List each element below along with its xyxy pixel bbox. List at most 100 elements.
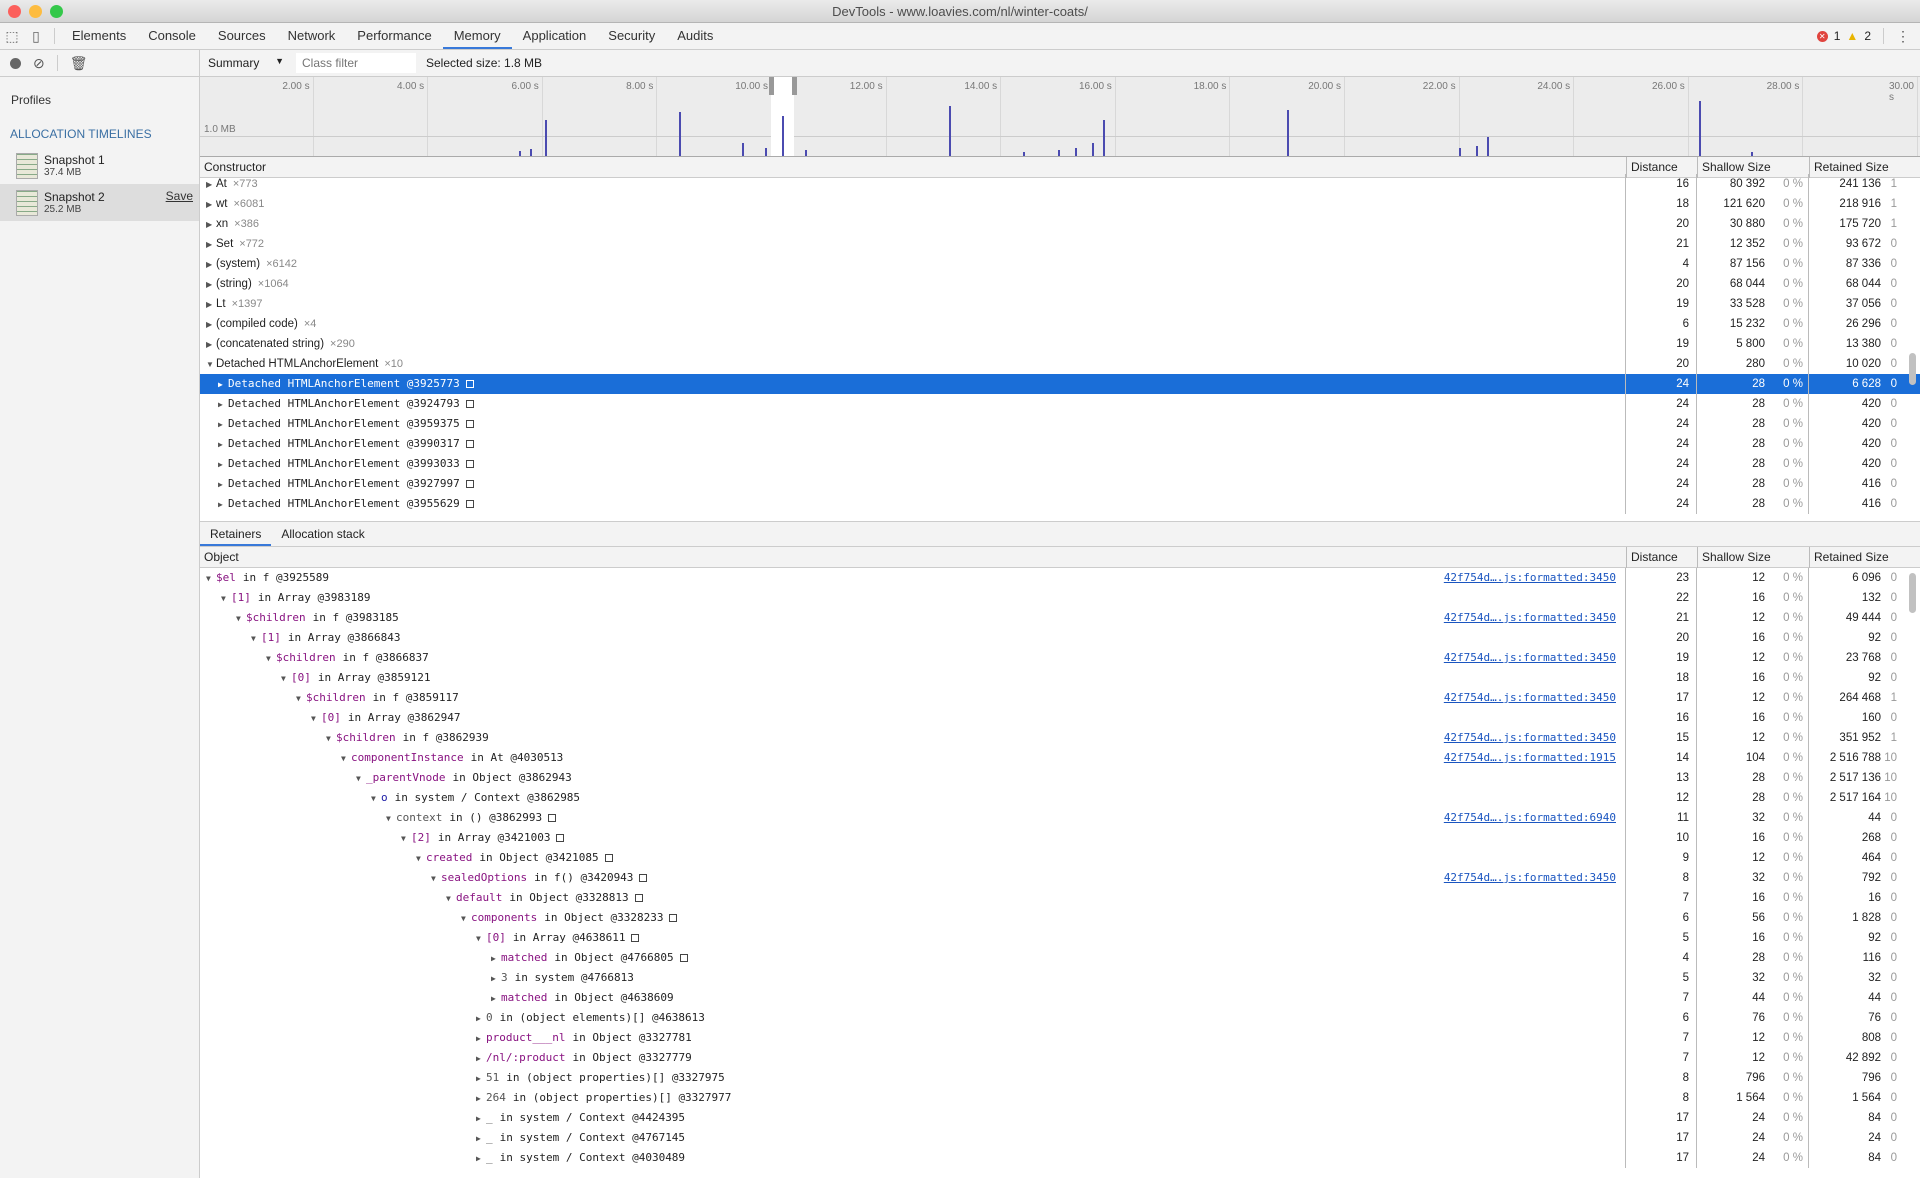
instance-row[interactable]: ▶ Detached HTMLAnchorElement @3924793 24 28… bbox=[200, 394, 1920, 414]
source-link[interactable]: 42f754d….js:formatted:3450 bbox=[1444, 728, 1616, 748]
retainer-row[interactable]: ▶ matched in Object @4638609 7 44 0 % 44 0 bbox=[200, 988, 1920, 1008]
expanded-arrow-icon[interactable]: ▼ bbox=[431, 869, 441, 889]
collapsed-arrow-icon[interactable]: ▶ bbox=[476, 1129, 486, 1149]
collapsed-arrow-icon[interactable]: ▶ bbox=[206, 215, 216, 235]
col-object-header[interactable]: Object bbox=[200, 547, 239, 568]
collapsed-arrow-icon[interactable]: ▶ bbox=[476, 1089, 486, 1109]
retainer-row[interactable]: ▼ [0] in Array @3862947 16 16 0 % 160 0 bbox=[200, 708, 1920, 728]
source-link[interactable]: 42f754d….js:formatted:6940 bbox=[1444, 808, 1616, 828]
source-link[interactable]: 42f754d….js:formatted:3450 bbox=[1444, 608, 1616, 628]
expanded-arrow-icon[interactable]: ▼ bbox=[416, 849, 426, 869]
retainer-row[interactable]: ▼ context in () @3862993 42f754d….js:format… bbox=[200, 808, 1920, 828]
expanded-arrow-icon[interactable]: ▼ bbox=[461, 909, 471, 929]
close-window-button[interactable] bbox=[8, 5, 21, 18]
retainer-row[interactable]: ▼ o in system / Context @3862985 12 28 0 % 2 5… bbox=[200, 788, 1920, 808]
reveal-in-elements-icon[interactable] bbox=[604, 854, 613, 862]
clear-icon[interactable]: ⊘ bbox=[33, 55, 45, 72]
retainer-row[interactable]: ▼ [1] in Array @3866843 20 16 0 % 92 0 bbox=[200, 628, 1920, 648]
collapsed-arrow-icon[interactable]: ▶ bbox=[218, 435, 228, 455]
retainer-row[interactable]: ▶ 0 in (object elements)[] @4638613 6 76 0 % 7… bbox=[200, 1008, 1920, 1028]
collapsed-arrow-icon[interactable]: ▶ bbox=[476, 1009, 486, 1029]
retainer-row[interactable]: ▶ 51 in (object properties)[] @3327975 8 796… bbox=[200, 1068, 1920, 1088]
collapsed-arrow-icon[interactable]: ▶ bbox=[476, 1069, 486, 1089]
collapsed-arrow-icon[interactable]: ▶ bbox=[206, 255, 216, 275]
retainer-row[interactable]: ▼ [0] in Array @4638611 5 16 0 % 92 0 bbox=[200, 928, 1920, 948]
reveal-in-elements-icon[interactable] bbox=[669, 914, 678, 922]
retainer-row[interactable]: ▼ $children in f @3866837 42f754d….js:forma… bbox=[200, 648, 1920, 668]
retainer-row[interactable]: ▶ _ in system / Context @4030489 17 24 0 % 84 0 bbox=[200, 1148, 1920, 1168]
collapsed-arrow-icon[interactable]: ▶ bbox=[218, 455, 228, 475]
retainer-row[interactable]: ▼ $el in f @3925589 42f754d….js:formatted:3… bbox=[200, 568, 1920, 588]
expanded-arrow-icon[interactable]: ▼ bbox=[386, 809, 396, 829]
retainers-scrollbar[interactable] bbox=[1909, 573, 1916, 613]
tab-console[interactable]: Console bbox=[137, 23, 207, 49]
constructor-row[interactable]: ▶ (system) ×6142 4 87 156 0 % 87 336 0 bbox=[200, 254, 1920, 274]
retainer-row[interactable]: ▼ [1] in Array @3983189 22 16 0 % 132 0 bbox=[200, 588, 1920, 608]
source-link[interactable]: 42f754d….js:formatted:3450 bbox=[1444, 568, 1616, 588]
reveal-in-elements-icon[interactable] bbox=[465, 400, 474, 408]
retainer-row[interactable]: ▼ [0] in Array @3859121 18 16 0 % 92 0 bbox=[200, 668, 1920, 688]
expanded-arrow-icon[interactable]: ▼ bbox=[251, 629, 261, 649]
record-icon[interactable] bbox=[10, 57, 21, 69]
constructor-scrollbar[interactable] bbox=[1909, 353, 1916, 385]
retainer-row[interactable]: ▼ componentInstance in At @4030513 42f754d…… bbox=[200, 748, 1920, 768]
retainer-row[interactable]: ▼ $children in f @3983185 42f754d….js:forma… bbox=[200, 608, 1920, 628]
snapshot-2[interactable]: Snapshot 2 25.2 MB Save bbox=[0, 184, 199, 221]
expanded-arrow-icon[interactable]: ▼ bbox=[296, 689, 306, 709]
collapsed-arrow-icon[interactable]: ▶ bbox=[476, 1109, 486, 1129]
device-toolbar-icon[interactable]: ▯ bbox=[24, 23, 48, 49]
trash-icon[interactable]: 🗑 bbox=[70, 55, 88, 72]
source-link[interactable]: 42f754d….js:formatted:3450 bbox=[1444, 688, 1616, 708]
expanded-arrow-icon[interactable]: ▼ bbox=[311, 709, 321, 729]
expanded-arrow-icon[interactable]: ▼ bbox=[401, 829, 411, 849]
tab-elements[interactable]: Elements bbox=[61, 23, 137, 49]
collapsed-arrow-icon[interactable]: ▶ bbox=[218, 415, 228, 435]
collapsed-arrow-icon[interactable]: ▶ bbox=[491, 949, 501, 969]
collapsed-arrow-icon[interactable]: ▶ bbox=[491, 989, 501, 1009]
collapsed-arrow-icon[interactable]: ▶ bbox=[206, 275, 216, 295]
snapshot-1[interactable]: Snapshot 1 37.4 MB bbox=[0, 147, 199, 184]
instance-row[interactable]: ▶ Detached HTMLAnchorElement @3927997 24 28… bbox=[200, 474, 1920, 494]
collapsed-arrow-icon[interactable]: ▶ bbox=[206, 195, 216, 215]
tab-audits[interactable]: Audits bbox=[666, 23, 724, 49]
source-link[interactable]: 42f754d….js:formatted:3450 bbox=[1444, 868, 1616, 888]
collapsed-arrow-icon[interactable]: ▶ bbox=[218, 495, 228, 515]
instance-row[interactable]: ▶ Detached HTMLAnchorElement @3990317 24 28… bbox=[200, 434, 1920, 454]
source-link[interactable]: 42f754d….js:formatted:1915 bbox=[1444, 748, 1616, 768]
retainer-row[interactable]: ▶ product___nl in Object @3327781 7 12 0 % 808… bbox=[200, 1028, 1920, 1048]
collapsed-arrow-icon[interactable]: ▶ bbox=[476, 1029, 486, 1049]
selection-handle[interactable] bbox=[791, 77, 797, 95]
instance-row[interactable]: ▶ Detached HTMLAnchorElement @3993033 24 28… bbox=[200, 454, 1920, 474]
col-shallow-size-header[interactable]: Shallow Size bbox=[1697, 547, 1771, 568]
reveal-in-elements-icon[interactable] bbox=[631, 934, 640, 942]
tab-memory[interactable]: Memory bbox=[442, 23, 512, 49]
reveal-in-elements-icon[interactable] bbox=[465, 460, 474, 468]
constructor-row[interactable]: ▶ Lt ×1397 19 33 528 0 % 37 056 0 bbox=[200, 294, 1920, 314]
retainer-row[interactable]: ▼ [2] in Array @3421003 10 16 0 % 268 0 bbox=[200, 828, 1920, 848]
retainer-row[interactable]: ▶ matched in Object @4766805 4 28 0 % 116 0 bbox=[200, 948, 1920, 968]
col-distance-header[interactable]: Distance bbox=[1626, 547, 1678, 568]
collapsed-arrow-icon[interactable]: ▶ bbox=[218, 375, 228, 395]
col-retained-size-header[interactable]: Retained Size bbox=[1809, 547, 1889, 568]
expanded-arrow-icon[interactable]: ▼ bbox=[206, 355, 216, 375]
instance-row[interactable]: ▶ Detached HTMLAnchorElement @3955629 24 28… bbox=[200, 494, 1920, 514]
collapsed-arrow-icon[interactable]: ▶ bbox=[476, 1149, 486, 1169]
expanded-arrow-icon[interactable]: ▼ bbox=[236, 609, 246, 629]
selection-handle[interactable] bbox=[769, 77, 774, 95]
tab-security[interactable]: Security bbox=[597, 23, 666, 49]
retainer-row[interactable]: ▼ sealedOptions in f() @3420943 42f754d….js… bbox=[200, 868, 1920, 888]
retainer-row[interactable]: ▶/nl/:product in Object @3327779 7 12 0 % 42 … bbox=[200, 1048, 1920, 1068]
constructor-row[interactable]: ▶ wt ×6081 18 121 620 0 % 218 916 1 bbox=[200, 194, 1920, 214]
expanded-arrow-icon[interactable]: ▼ bbox=[326, 729, 336, 749]
retainer-row[interactable]: ▼ created in Object @3421085 9 12 0 % 464 0 bbox=[200, 848, 1920, 868]
expanded-arrow-icon[interactable]: ▼ bbox=[356, 769, 366, 789]
save-snapshot-link[interactable]: Save bbox=[166, 189, 193, 203]
expanded-arrow-icon[interactable]: ▼ bbox=[281, 669, 291, 689]
tab-allocation-stack[interactable]: Allocation stack bbox=[271, 522, 374, 546]
tab-performance[interactable]: Performance bbox=[346, 23, 442, 49]
constructor-row[interactable]: ▶ xn ×386 20 30 880 0 % 175 720 1 bbox=[200, 214, 1920, 234]
source-link[interactable]: 42f754d….js:formatted:3450 bbox=[1444, 648, 1616, 668]
expanded-arrow-icon[interactable]: ▼ bbox=[371, 789, 381, 809]
constructor-row[interactable]: ▶ At ×773 16 80 392 0 % 241 136 1 bbox=[200, 174, 1920, 194]
retainer-row[interactable]: ▼ components in Object @3328233 6 56 0 % 1 828… bbox=[200, 908, 1920, 928]
